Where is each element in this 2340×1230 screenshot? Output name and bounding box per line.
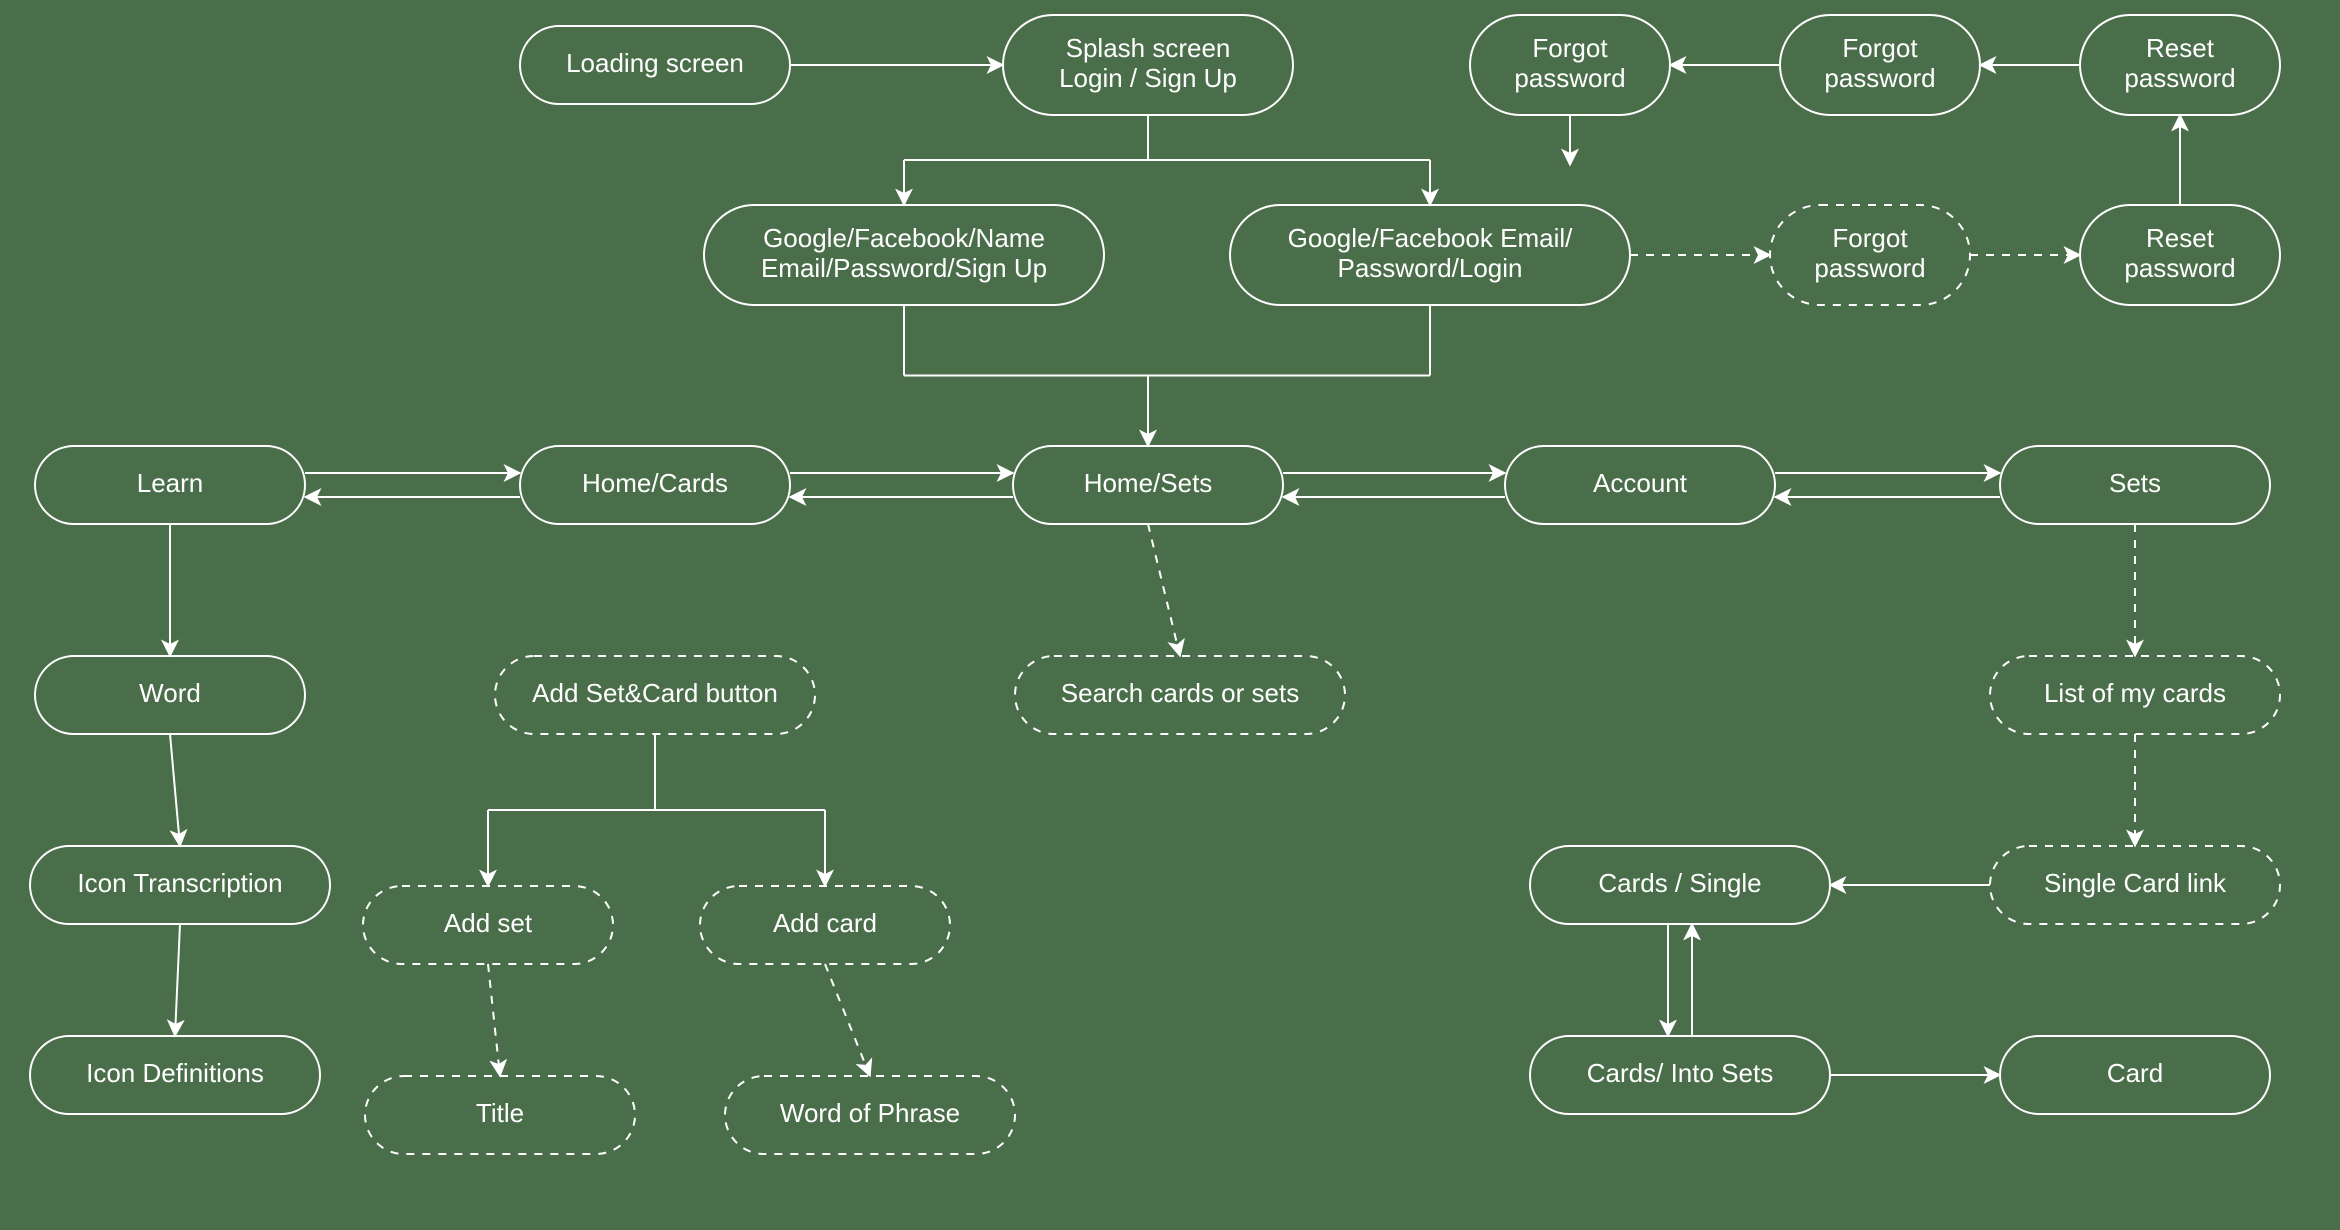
node-forgot_top_l: Forgotpassword [1470,15,1670,115]
node-label: Search cards or sets [1061,678,1299,708]
node-signup: Google/Facebook/NameEmail/Password/Sign … [704,205,1104,305]
node-label: Resetpassword [2124,223,2235,283]
node-card: Card [2000,1036,2270,1114]
node-label: Google/Facebook/NameEmail/Password/Sign … [761,223,1047,283]
node-label: Add set [444,908,533,938]
node-loading: Loading screen [520,26,790,104]
node-home_cards: Home/Cards [520,446,790,524]
node-forgot_top_r: Forgotpassword [1780,15,1980,115]
node-single_link: Single Card link [1990,846,2280,924]
node-list_cards: List of my cards [1990,656,2280,734]
node-label: Add Set&Card button [532,678,778,708]
node-forgot_dashed: Forgotpassword [1770,205,1970,305]
node-title: Title [365,1076,635,1154]
node-icon_trans: Icon Transcription [30,846,330,924]
connector [1148,524,1180,656]
node-label: Forgotpassword [1814,223,1925,283]
connector [170,734,180,846]
flow-diagram: Loading screen Splash screenLogin / Sign … [0,0,2340,1230]
node-home_sets: Home/Sets [1013,446,1283,524]
node-label: Cards / Single [1598,868,1761,898]
node-word_phrase: Word of Phrase [725,1076,1015,1154]
node-label: Home/Sets [1084,468,1213,498]
connector [825,964,870,1076]
node-label: Account [1593,468,1688,498]
node-label: Loading screen [566,48,744,78]
node-cards_single: Cards / Single [1530,846,1830,924]
node-login: Google/Facebook Email/Password/Login [1230,205,1630,305]
node-label: Google/Facebook Email/Password/Login [1288,223,1573,283]
node-word: Word [35,656,305,734]
node-label: Forgotpassword [1824,33,1935,93]
node-label: Sets [2109,468,2161,498]
node-label: Card [2107,1058,2163,1088]
node-learn: Learn [35,446,305,524]
node-label: Word of Phrase [780,1098,960,1128]
node-cards_into_sets: Cards/ Into Sets [1530,1036,1830,1114]
node-label: Add card [773,908,877,938]
node-add_set: Add set [363,886,613,964]
node-label: Splash screenLogin / Sign Up [1059,33,1237,93]
connector [175,924,180,1036]
node-label: List of my cards [2044,678,2226,708]
node-label: Forgotpassword [1514,33,1625,93]
node-label: Icon Transcription [77,868,282,898]
connector [488,964,500,1076]
node-label: Home/Cards [582,468,728,498]
node-label: Learn [137,468,204,498]
node-label: Word [139,678,201,708]
node-label: Icon Definitions [86,1058,264,1088]
node-reset_mid: Resetpassword [2080,205,2280,305]
node-label: Resetpassword [2124,33,2235,93]
node-splash: Splash screenLogin / Sign Up [1003,15,1293,115]
node-add_setcard: Add Set&Card button [495,656,815,734]
node-sets: Sets [2000,446,2270,524]
node-account: Account [1505,446,1775,524]
node-label: Cards/ Into Sets [1587,1058,1773,1088]
node-icon_defs: Icon Definitions [30,1036,320,1114]
node-add_card: Add card [700,886,950,964]
node-search: Search cards or sets [1015,656,1345,734]
node-label: Single Card link [2044,868,2227,898]
node-label: Title [476,1098,524,1128]
node-reset_top: Resetpassword [2080,15,2280,115]
